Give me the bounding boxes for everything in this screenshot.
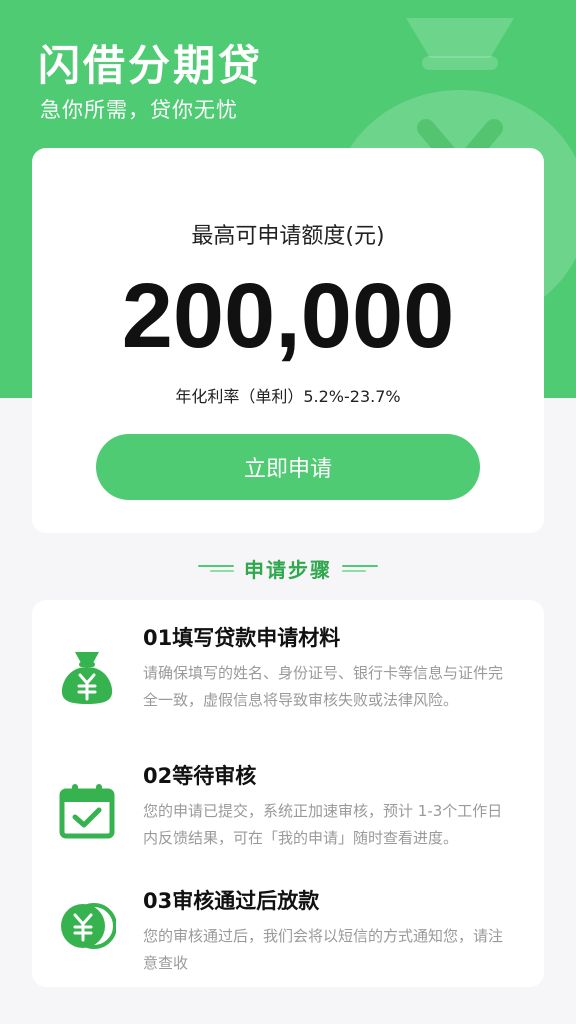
step-description: 您的申请已提交，系统正加速审核，预计 1-3个工作日内反馈结果，可在「我的申请」… xyxy=(143,802,503,847)
decorative-line-right xyxy=(342,563,378,573)
step-description: 请确保填写的姓名、身份证号、银行卡等信息与证件完全一致，虚假信息将导致审核失败或… xyxy=(143,664,504,709)
steps-section-header: 申请步骤 xyxy=(0,552,576,584)
calendar-check-icon xyxy=(59,784,115,839)
step-title: 01填写贷款申请材料 xyxy=(143,626,341,650)
app-slogan: 急你所需，贷你无忧 xyxy=(40,98,238,122)
quota-label: 最高可申请额度(元) xyxy=(191,224,385,249)
step-description: 您的审核通过后，我们会将以短信的方式通知您，请注意查收 xyxy=(143,927,504,972)
app-title: 闪借分期贷 xyxy=(38,41,264,90)
decorative-line-left xyxy=(198,563,234,573)
step-title: 02等待审核 xyxy=(143,764,257,788)
coins-icon xyxy=(61,903,116,949)
quota-amount: 200,000 xyxy=(121,265,455,367)
money-bag-icon xyxy=(61,652,113,704)
steps-card: 01填写贷款申请材料 请确保填写的姓名、身份证号、银行卡等信息与证件完全一致，虚… xyxy=(32,600,544,987)
step-title: 03审核通过后放款 xyxy=(143,889,320,913)
quota-card: 最高可申请额度(元) 200,000 年化利率（单利）5.2%-23.7% 立即… xyxy=(32,148,544,533)
apply-now-button[interactable]: 立即申请 xyxy=(96,434,480,500)
annual-rate-text: 年化利率（单利）5.2%-23.7% xyxy=(175,387,401,406)
steps-title: 申请步骤 xyxy=(244,557,332,582)
